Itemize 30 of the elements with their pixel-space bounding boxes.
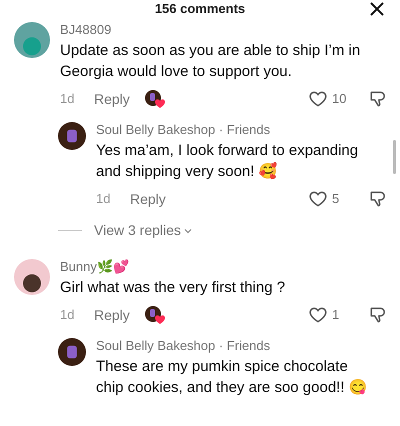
comment-text: Yes ma’am, I look forward to expanding and shipping very soon! 🥰 bbox=[96, 141, 360, 182]
comment-text: Update as soon as you are able to ship I’m in Georgia would love to support you. bbox=[60, 41, 362, 82]
heart-icon[interactable] bbox=[308, 189, 328, 209]
like-count: 5 bbox=[331, 190, 340, 208]
dislike-icon[interactable] bbox=[368, 189, 388, 209]
reply-button[interactable]: Reply bbox=[94, 304, 130, 326]
close-icon[interactable] bbox=[370, 2, 384, 16]
heart-icon[interactable] bbox=[308, 305, 328, 325]
comments-count-title: 156 comments bbox=[154, 1, 246, 17]
timestamp: 1d bbox=[60, 90, 76, 108]
view-replies-button[interactable]: View 3 replies bbox=[94, 220, 193, 241]
reply-button[interactable]: Reply bbox=[130, 188, 166, 210]
author-name[interactable]: BJ48809 bbox=[60, 22, 388, 38]
timestamp: 1d bbox=[60, 306, 76, 324]
avatar-icon[interactable] bbox=[58, 122, 86, 150]
scrollbar[interactable] bbox=[393, 140, 396, 174]
comment-text: Girl what was the very first thing ? bbox=[60, 278, 286, 298]
timestamp: 1d bbox=[96, 190, 112, 208]
author-name[interactable]: Soul Belly Bakeshop · Friends bbox=[96, 338, 388, 354]
dislike-icon[interactable] bbox=[368, 89, 388, 109]
like-count: 1 bbox=[331, 306, 340, 324]
avatar-icon[interactable] bbox=[14, 259, 50, 295]
author-name[interactable]: Bunny🌿💕 bbox=[60, 259, 388, 275]
like-count: 10 bbox=[331, 90, 348, 108]
avatar-icon[interactable] bbox=[58, 338, 86, 366]
dislike-icon[interactable] bbox=[368, 305, 388, 325]
author-name[interactable]: Soul Belly Bakeshop · Friends bbox=[96, 122, 388, 138]
heart-icon[interactable] bbox=[308, 89, 328, 109]
comment-text: These are my pumkin spice chocolate chip cookies, and they are soo good!! 😋 bbox=[96, 357, 369, 398]
reply-button[interactable]: Reply bbox=[94, 88, 130, 110]
